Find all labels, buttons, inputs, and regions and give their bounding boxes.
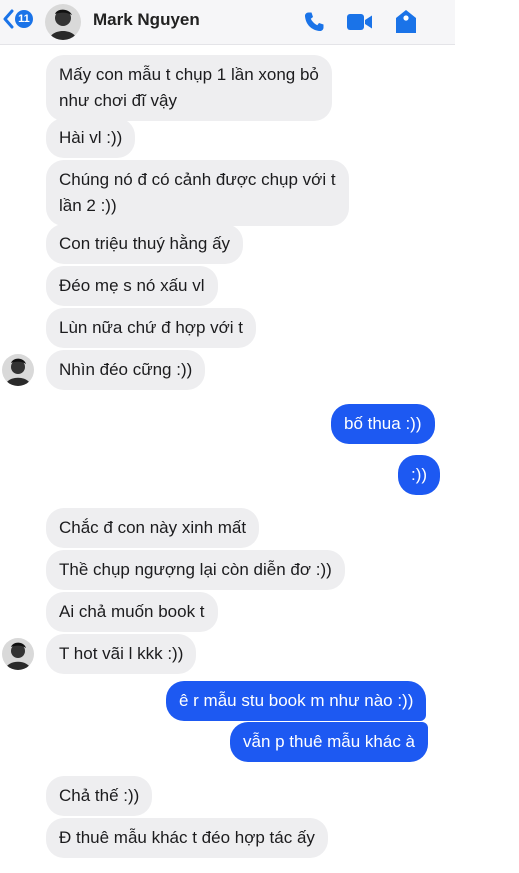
message-bubble-incoming[interactable]: Đéo mẹ s nó xấu vl — [46, 266, 218, 306]
message-bubble-outgoing[interactable]: bố thua :)) — [331, 404, 435, 444]
message-bubble-incoming[interactable]: Lùn nữa chứ đ hợp với t — [46, 308, 256, 348]
message-bubble-incoming[interactable]: T hot vãi l kkk :)) — [46, 634, 197, 674]
message-text: Mấy con mẫu t chụp 1 lần xong bỏ — [59, 65, 319, 84]
message-text: như chơi đĩ vậy — [59, 91, 177, 110]
chat-header: 11 Mark Nguyen — [0, 0, 455, 45]
message-text: Hài vl :)) — [59, 128, 123, 147]
message-text: lần 2 :)) — [59, 196, 117, 215]
contact-avatar[interactable] — [45, 4, 81, 40]
message-text: Thề chụp ngượng lại còn diễn đơ :)) — [59, 560, 332, 579]
message-text: Nhìn đéo cững :)) — [59, 360, 193, 379]
message-bubble-incoming[interactable]: Con triệu thuý hằng ấy — [46, 224, 244, 264]
message-text: Chả thế :)) — [59, 786, 140, 805]
message-text: bố thua :)) — [344, 414, 422, 433]
message-text: :)) — [411, 465, 428, 484]
unread-count-badge: 11 — [15, 10, 33, 28]
message-text: Chúng nó đ có cảnh được chụp với t — [59, 170, 336, 189]
message-bubble-outgoing[interactable]: vẫn p thuê mẫu khác à — [230, 722, 429, 762]
info-icon — [396, 10, 416, 33]
sender-avatar[interactable] — [2, 638, 34, 670]
message-text: Con triệu thuý hằng ấy — [59, 234, 231, 253]
voice-call-button[interactable] — [300, 8, 328, 36]
message-text: T hot vãi l kkk :)) — [59, 644, 184, 663]
video-icon — [347, 14, 372, 30]
message-bubble-incoming[interactable]: Chúng nó đ có cảnh được chụp với t lần 2… — [46, 160, 349, 226]
message-bubble-incoming[interactable]: Đ thuê mẫu khác t đéo hợp tác ấy — [46, 818, 328, 858]
message-bubble-outgoing[interactable]: :)) — [398, 455, 441, 495]
phone-icon — [304, 12, 324, 32]
message-bubble-incoming[interactable]: Nhìn đéo cững :)) — [46, 350, 206, 390]
back-button[interactable]: 11 — [2, 9, 33, 29]
info-button[interactable] — [392, 8, 420, 36]
back-chevron-icon — [3, 9, 14, 29]
contact-name[interactable]: Mark Nguyen — [93, 10, 200, 30]
message-bubble-incoming[interactable]: Mấy con mẫu t chụp 1 lần xong bỏ như chơ… — [46, 55, 332, 121]
message-text: vẫn p thuê mẫu khác à — [243, 732, 416, 751]
message-text: Chắc đ con này xinh mất — [59, 518, 247, 537]
message-bubble-incoming[interactable]: Hài vl :)) — [46, 118, 136, 158]
message-text: Lùn nữa chứ đ hợp với t — [59, 318, 243, 337]
message-text: Ai chả muốn book t — [59, 602, 205, 621]
message-bubble-outgoing[interactable]: ê r mẫu stu book m như nào :)) — [166, 681, 427, 721]
video-call-button[interactable] — [346, 8, 374, 36]
message-bubble-incoming[interactable]: Chắc đ con này xinh mất — [46, 508, 260, 548]
message-text: Đ thuê mẫu khác t đéo hợp tác ấy — [59, 828, 315, 847]
message-bubble-incoming[interactable]: Chả thế :)) — [46, 776, 153, 816]
message-text: Đéo mẹ s nó xấu vl — [59, 276, 205, 295]
message-text: ê r mẫu stu book m như nào :)) — [179, 691, 414, 710]
message-bubble-incoming[interactable]: Ai chả muốn book t — [46, 592, 218, 632]
message-bubble-incoming[interactable]: Thề chụp ngượng lại còn diễn đơ :)) — [46, 550, 345, 590]
sender-avatar[interactable] — [2, 354, 34, 386]
